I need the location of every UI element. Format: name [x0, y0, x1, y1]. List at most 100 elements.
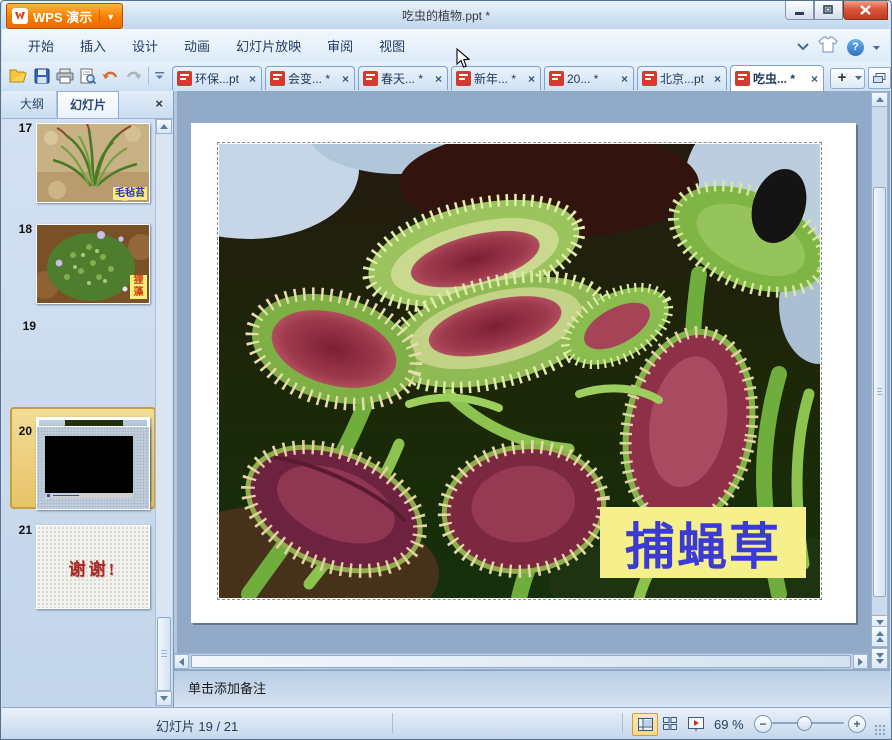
- doc-tab-active[interactable]: 吃虫... * ×: [730, 65, 824, 91]
- close-button[interactable]: [843, 1, 888, 20]
- panel-close-icon[interactable]: ×: [155, 96, 163, 111]
- doc-tab[interactable]: 环保...pt ×: [172, 66, 262, 90]
- ppt-file-icon: [177, 71, 192, 86]
- doc-tab[interactable]: 北京...pt ×: [637, 66, 727, 90]
- toolbar-separator: [148, 67, 149, 85]
- ppt-file-icon: [456, 71, 471, 86]
- statusbar-divider: [622, 713, 623, 733]
- scrollbar-thumb[interactable]: [157, 617, 171, 691]
- minimize-button[interactable]: [785, 1, 814, 20]
- slide-thumbnail-17[interactable]: 毛毡苔: [36, 123, 150, 203]
- menu-slideshow[interactable]: 幻灯片放映: [236, 36, 301, 55]
- canvas-vscrollbar[interactable]: [871, 91, 888, 631]
- tab-close-icon[interactable]: ×: [620, 72, 629, 86]
- wps-presentation-window: WPS 演示 ▼ 吃虫的植物.ppt * 开始 插入 设计 动画 幻灯片放映 审…: [0, 0, 892, 740]
- slide-editor: 捕蝇草 单击添加备注: [174, 91, 890, 707]
- ppt-file-icon: [363, 71, 378, 86]
- scroll-right-button[interactable]: [853, 654, 868, 669]
- help-caret-icon[interactable]: [873, 38, 880, 56]
- canvas-hscrollbar[interactable]: [174, 653, 868, 669]
- ppt-file-icon: [642, 71, 657, 86]
- zoom-out-button[interactable]: −: [754, 715, 772, 733]
- tab-list-caret-icon[interactable]: [852, 68, 865, 89]
- thumbnails-scrollbar[interactable]: [155, 119, 172, 706]
- video-controls-bar: [45, 493, 133, 498]
- ppt-file-icon: [549, 71, 564, 86]
- slide-number: 19: [12, 319, 36, 333]
- menu-design[interactable]: 设计: [132, 36, 158, 55]
- slide-canvas[interactable]: 捕蝇草: [174, 91, 890, 654]
- previous-slide-button[interactable]: [871, 626, 888, 647]
- open-button[interactable]: [7, 65, 30, 87]
- scroll-down-button[interactable]: [156, 691, 172, 706]
- print-button[interactable]: [53, 65, 76, 87]
- resize-grip[interactable]: [874, 724, 886, 736]
- save-button[interactable]: [30, 65, 53, 87]
- scroll-up-button[interactable]: [871, 92, 888, 107]
- tab-close-icon[interactable]: ×: [810, 72, 819, 86]
- statusbar-divider: [392, 713, 393, 733]
- menu-insert[interactable]: 插入: [80, 36, 106, 55]
- slide-thumbnail-21[interactable]: 谢谢!: [36, 525, 150, 609]
- tab-close-icon[interactable]: ×: [713, 72, 722, 86]
- window-title: 吃虫的植物.ppt *: [2, 7, 890, 24]
- slide-number: 21: [8, 523, 32, 537]
- slide-number: 17: [8, 121, 32, 135]
- print-preview-button[interactable]: [76, 65, 99, 87]
- redo-button[interactable]: [122, 65, 145, 87]
- doc-tab[interactable]: 春天... * ×: [358, 66, 448, 90]
- scrollbar-thumb[interactable]: [873, 187, 886, 597]
- scroll-up-button[interactable]: [156, 119, 172, 134]
- tab-close-icon[interactable]: ×: [527, 72, 536, 86]
- toolbar-overflow-icon[interactable]: [152, 65, 166, 87]
- maximize-button[interactable]: [814, 1, 843, 20]
- ppt-file-icon: [270, 71, 285, 86]
- tab-close-icon[interactable]: ×: [434, 72, 443, 86]
- menu-review[interactable]: 审阅: [327, 36, 353, 55]
- arrange-windows-button[interactable]: [868, 67, 891, 89]
- collapse-ribbon-icon[interactable]: [797, 38, 809, 56]
- menu-animation[interactable]: 动画: [184, 36, 210, 55]
- doc-tab[interactable]: 会变... * ×: [265, 66, 355, 90]
- toolbar: 环保...pt × 会变... * × 春天... * × 新年... * × …: [2, 62, 890, 92]
- help-button[interactable]: ?: [847, 39, 864, 56]
- thumb-caption: 狸藻: [130, 275, 147, 299]
- doc-tab[interactable]: 新年... * ×: [451, 66, 541, 90]
- notes-pane[interactable]: 单击添加备注: [174, 670, 890, 707]
- zoom-in-button[interactable]: +: [848, 715, 866, 733]
- zoom-level: 69 %: [714, 717, 744, 732]
- flytrap-photo[interactable]: 捕蝇草: [219, 144, 820, 598]
- mouse-cursor: [456, 48, 470, 69]
- new-tab-button[interactable]: +: [830, 68, 854, 89]
- menu-view[interactable]: 视图: [379, 36, 405, 55]
- doc-tab[interactable]: 20... * ×: [544, 66, 634, 90]
- tab-close-icon[interactable]: ×: [341, 72, 350, 86]
- tab-close-icon[interactable]: ×: [248, 72, 257, 86]
- next-slide-button[interactable]: [871, 648, 888, 669]
- slide-page[interactable]: 捕蝇草: [191, 123, 856, 623]
- slide-sorter-button[interactable]: [658, 713, 682, 734]
- notes-placeholder: 单击添加备注: [188, 681, 266, 696]
- thumb-text: 谢谢!: [69, 555, 118, 580]
- thumb-caption: 毛毡苔: [113, 187, 147, 200]
- menu-home[interactable]: 开始: [28, 36, 54, 55]
- tab-outline[interactable]: 大纲: [8, 91, 57, 117]
- slide-indicator: 幻灯片 19 / 21: [2, 716, 392, 735]
- slide-panel: 大纲 幻灯片 × 17: [2, 91, 174, 707]
- slide-caption[interactable]: 捕蝇草: [600, 507, 806, 578]
- statusbar: 幻灯片 19 / 21 69 % − +: [2, 707, 890, 739]
- slide-thumbnail-20[interactable]: [36, 426, 150, 510]
- video-seekbar: [53, 495, 79, 496]
- normal-view-button[interactable]: [632, 713, 658, 736]
- scroll-left-button[interactable]: [174, 654, 189, 669]
- skin-icon[interactable]: [818, 36, 838, 58]
- video-play-icon: [47, 494, 50, 497]
- tab-slides[interactable]: 幻灯片: [57, 91, 119, 118]
- slide-number: 20: [8, 424, 32, 438]
- panel-tabs: 大纲 幻灯片 ×: [2, 91, 173, 119]
- scrollbar-thumb[interactable]: [191, 655, 851, 668]
- undo-button[interactable]: [99, 65, 122, 87]
- slide-thumbnail-18[interactable]: 狸藻: [36, 224, 150, 304]
- slideshow-button[interactable]: [684, 713, 708, 734]
- zoom-slider-thumb[interactable]: [797, 716, 812, 731]
